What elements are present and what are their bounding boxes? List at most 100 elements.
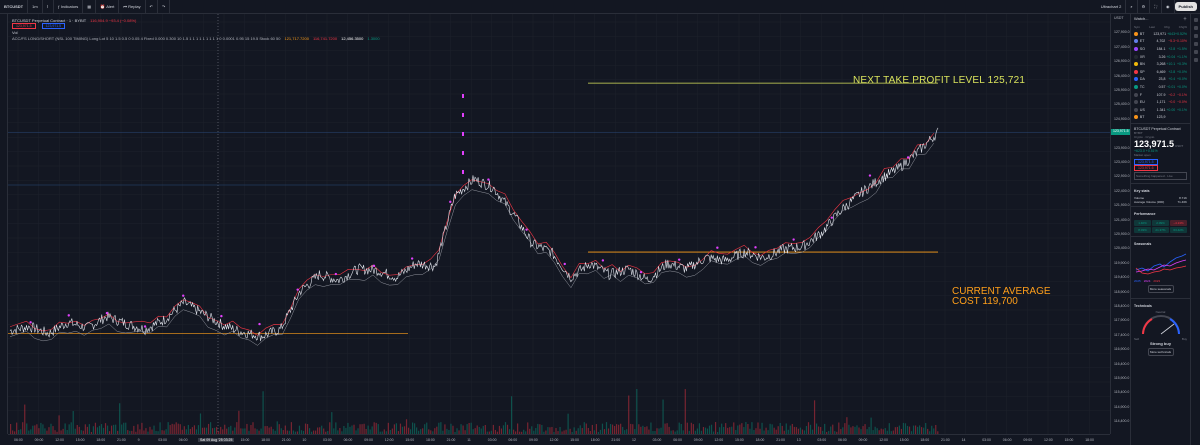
watchlist-row[interactable]: ET 4,702 −5.3 −0.10% [1131, 38, 1190, 46]
watchlist-last: 4,702 [1156, 39, 1166, 44]
volume-bar [343, 425, 345, 434]
volume-bar [714, 422, 717, 434]
volume-bar [187, 424, 189, 434]
symbol-search[interactable]: BTCUSDT [0, 0, 29, 14]
interval-button[interactable]: 1m [28, 0, 43, 14]
time-axis-label: 21:00 [446, 438, 456, 442]
watchlist-last: 23,8 [1158, 77, 1166, 82]
price-axis-label: 114,900.0 [1114, 404, 1130, 409]
average-cost-annotation[interactable]: CURRENT AVERAGE COST 119,700 [952, 287, 1051, 307]
watchlist-row[interactable]: BT 123,9 [1131, 114, 1190, 122]
volume-bar [224, 424, 226, 434]
col-symbol[interactable]: Sym [1134, 25, 1140, 29]
indicators-button[interactable]: ƒ Indicators [54, 0, 84, 14]
gear-icon[interactable]: ⚙ [1138, 0, 1151, 14]
notifications-icon[interactable] [1193, 58, 1198, 62]
time-axis-label: 14 [961, 438, 966, 442]
layout-button[interactable]: Ultrachart 2 [1097, 0, 1127, 14]
watchlist-row[interactable]: US 1.341 +0.00 +0.1% [1131, 106, 1190, 114]
alerts-icon[interactable] [1193, 26, 1198, 30]
volume-bar [583, 422, 585, 434]
take-profit-annotation[interactable]: NEXT TAKE PROFIT LEVEL 125,721 [853, 75, 1025, 86]
col-last[interactable]: Last [1149, 25, 1155, 29]
performance-cell: 1.40% [1134, 220, 1151, 227]
watchlist-row[interactable]: TC 0.57 −0.01 +0.0% [1131, 83, 1190, 91]
time-axis-label: 06:00 [14, 438, 23, 442]
volume-bar [605, 422, 608, 434]
indicator-legend[interactable]: ACC/FS LONG/SHORT (NSL 100 TIMING) Long … [12, 36, 280, 41]
replay-button[interactable]: ⏮ Replay [119, 0, 146, 14]
camera-icon[interactable]: ◉ [1162, 0, 1175, 14]
publish-button[interactable]: Publish [1174, 2, 1197, 11]
watchlist-row[interactable]: EU 1,171 −0.0 −0.0% [1131, 98, 1190, 106]
volume-bar [864, 424, 866, 434]
buy-price-badge[interactable]: 123,971.5 [41, 23, 66, 29]
signal-marker [258, 322, 261, 326]
price-axis-label: 114,400.0 [1114, 419, 1130, 424]
col-chgpct[interactable]: Chg% [1179, 25, 1187, 29]
volume-bar [898, 425, 900, 434]
watchlist-add-icon[interactable]: ＋ [1183, 16, 1187, 22]
volume-bar [113, 424, 115, 434]
watchlist-row[interactable]: DA 23,8 +0.4 +0.0% [1131, 76, 1190, 84]
volume-bar [236, 422, 238, 434]
watchlist-row[interactable]: XR 3.26 +0.04 +1.1% [1131, 53, 1190, 61]
symbol-logo-icon [1134, 39, 1138, 44]
watchlist-row[interactable]: F 107.9 −0.2 −0.1% [1131, 91, 1190, 99]
volume-bar [375, 422, 377, 434]
watchlist-row[interactable]: BT 123,971 +643 +0.52% [1131, 30, 1190, 38]
time-axis-label: 06:00 [508, 438, 518, 442]
volume-bar [844, 423, 846, 434]
fullscreen-icon[interactable]: ⛶ [1150, 0, 1163, 14]
volume-bar [264, 426, 266, 434]
price-axis-label: 123,400.0 [1114, 160, 1130, 164]
price-axis-label: 120,900.0 [1114, 232, 1130, 236]
watchlist-chg: −0.0 [1168, 100, 1176, 105]
indicator-value-1: 121,717.7200 [284, 35, 309, 41]
volume-bar [153, 425, 155, 434]
chat-icon[interactable] [1193, 34, 1198, 38]
volume-bar [70, 422, 72, 434]
col-chg[interactable]: Chg [1164, 25, 1170, 29]
main-chart[interactable]: BTCUSDT Perpetual Contract · 1 · BYBIT 1… [8, 14, 1110, 434]
volume-bar [484, 425, 486, 434]
volume-bar [791, 423, 793, 434]
alert-button[interactable]: ⏰ Alert [96, 0, 120, 14]
news-icon[interactable] [1193, 50, 1198, 54]
more-technicals-button[interactable]: More technicals [1147, 348, 1174, 357]
performance-cell: 21.37% [1152, 227, 1169, 234]
price-axis-label: USDT [1114, 16, 1124, 20]
watchlist-row[interactable]: BN 3,268 +10.1 +0.3% [1131, 60, 1190, 68]
chart-type-icon[interactable]: ⌇ [43, 0, 54, 14]
time-axis[interactable]: 06:00 09:00 12:00 15:00 18:00 21:00 9 03:00 06:0… [8, 434, 1110, 445]
ask-badge[interactable]: 123,971.6 [1134, 165, 1158, 172]
price-axis[interactable]: USDT 127,900.0 127,400.0 126,900.0 126,400.0… [1110, 14, 1131, 434]
calendar-icon[interactable] [1193, 42, 1198, 46]
volume-bar [813, 400, 816, 434]
volume-bar [731, 426, 733, 434]
volume-bar [42, 424, 44, 434]
watchlist-row[interactable]: SP 6,469 +2.8 +0.0% [1131, 68, 1190, 76]
redo-icon[interactable]: ↷ [158, 0, 171, 14]
volume-bar [207, 423, 210, 434]
watchlist-icon[interactable] [1193, 18, 1198, 22]
legend-title[interactable]: BTCUSDT Perpetual Contract · 1 · BYBIT [12, 18, 86, 23]
seasonals-chart[interactable] [1134, 248, 1188, 278]
volume-bar [34, 425, 36, 434]
volume-bar [830, 426, 832, 434]
news-note[interactable]: Something happened · Live [1134, 172, 1187, 181]
more-seasonals-button[interactable]: More seasonals [1147, 285, 1174, 294]
indicator-value-2: 116,741.7200 [312, 35, 338, 41]
undo-icon[interactable]: ↶ [146, 0, 158, 14]
watchlist-row[interactable]: SO 184.1 +2.8 +1.5% [1131, 45, 1190, 53]
search-icon[interactable]: ⌕ [1126, 0, 1138, 14]
symbol-logo-icon [1134, 92, 1138, 97]
volume-bar [856, 425, 858, 434]
volume-bar [710, 424, 713, 434]
sell-price-badge[interactable]: 123,971.5 [12, 23, 36, 29]
volume-bar [832, 424, 834, 434]
volume-bar [549, 427, 551, 434]
volume-bar [761, 422, 763, 434]
watchlist-title[interactable]: Watch... [1134, 16, 1149, 22]
templates-icon[interactable]: ▦ [83, 0, 97, 14]
